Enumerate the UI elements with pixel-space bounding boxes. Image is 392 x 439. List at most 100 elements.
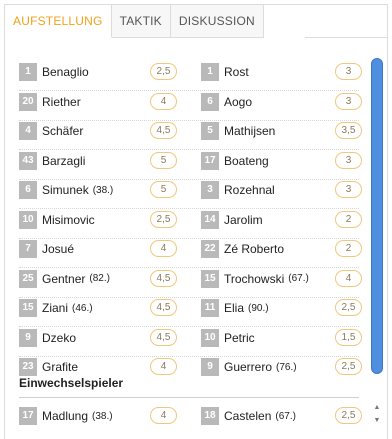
player-name[interactable]: Castelen [224, 409, 271, 423]
shirt-number-badge: 7 [19, 240, 37, 258]
right-team-player: 14 Jarolim 2 [201, 208, 377, 232]
player-rating-badge: 2,5 [335, 299, 362, 316]
shirt-number-badge: 1 [19, 63, 37, 81]
tab-diskussion[interactable]: DISKUSSION [170, 5, 264, 38]
shirt-number-badge: 9 [201, 358, 219, 376]
right-team-player: 15 Trochowski (67.) 4 [201, 267, 377, 291]
player-name[interactable]: Mathijsen [224, 124, 275, 138]
player-name[interactable]: Guerrero [224, 360, 272, 374]
player-name[interactable]: Benaglio [42, 65, 89, 79]
player-rating-badge: 4 [150, 240, 177, 257]
shirt-number-badge: 10 [19, 210, 37, 229]
shirt-number-badge: 20 [19, 92, 37, 111]
shirt-number-badge: 9 [19, 328, 37, 347]
player-rating-badge: 2,5 [335, 407, 362, 424]
lineup-row: 25 Gentner (82.) 4,5 15 Trochowski (67.) 4 [19, 267, 362, 298]
left-team-player: 17 Madlung (38.) 4 [19, 404, 195, 428]
player-rating-badge: 4,5 [150, 299, 177, 316]
left-team-player: 20 Riether 4 [19, 90, 195, 114]
player-rating-badge: 5 [150, 151, 177, 169]
left-team-player: 15 Ziani (46.) 4,5 [19, 296, 195, 320]
shirt-number-badge: 15 [201, 269, 219, 288]
substitutes-divider [19, 397, 359, 398]
shirt-number-badge: 1 [201, 63, 219, 81]
lineup-row: 1 Benaglio 2,5 1 Rost 3 [19, 60, 362, 91]
player-rating-badge: 3 [335, 151, 362, 169]
player-name[interactable]: Rozehnal [224, 183, 275, 197]
right-team-player: 5 Mathijsen 3,5 [201, 119, 377, 143]
lineup-row: 43 Barzagli 5 17 Boateng 3 [19, 149, 362, 180]
player-rating-badge: 4,5 [150, 122, 177, 139]
shirt-number-badge: 11 [201, 299, 219, 317]
player-name[interactable]: Ziani [42, 301, 68, 315]
shirt-number-badge: 15 [19, 299, 37, 317]
left-team-player: 1 Benaglio 2,5 [19, 60, 195, 84]
shirt-number-badge: 23 [19, 358, 37, 376]
player-rating-badge: 3 [335, 63, 362, 80]
player-name[interactable]: Aogo [224, 95, 252, 109]
right-team-player: 10 Petric 1,5 [201, 326, 377, 350]
player-rating-badge: 2,5 [150, 210, 177, 228]
lineup-row: 9 Dzeko 4,5 10 Petric 1,5 [19, 326, 362, 357]
player-rating-badge: 4 [335, 269, 362, 287]
player-name[interactable]: Schäfer [42, 124, 83, 138]
player-rating-badge: 4 [150, 407, 177, 424]
substitution-minute: (76.) [276, 361, 297, 373]
player-name[interactable]: Josué [42, 242, 74, 256]
tab-bar: AUFSTELLUNG TAKTIK DISKUSSION [5, 5, 305, 38]
player-name[interactable]: Boateng [224, 154, 269, 168]
tab-aufstellung[interactable]: AUFSTELLUNG [5, 5, 112, 38]
player-name[interactable]: Simunek [42, 183, 89, 197]
player-rating-badge: 5 [150, 181, 177, 198]
player-name[interactable]: Rost [224, 65, 249, 79]
player-name[interactable]: Zé Roberto [224, 242, 284, 256]
lineup-list: 1 Benaglio 2,5 1 Rost 3 20 Riether 4 6 Aogo 3 4 Schäf… [5, 38, 387, 439]
left-team-player: 9 Dzeko 4,5 [19, 326, 195, 350]
scroll-down-icon[interactable]: ▼ [373, 417, 381, 425]
substitutes-heading: Einwechselspieler [19, 376, 124, 390]
player-rating-badge: 4,5 [150, 269, 177, 287]
player-name[interactable]: Elia [224, 301, 244, 315]
player-rating-badge: 4 [150, 92, 177, 110]
player-name[interactable]: Jarolim [224, 213, 263, 227]
player-rating-badge: 2,5 [335, 358, 362, 375]
player-rating-badge: 2 [335, 210, 362, 228]
player-rating-badge: 1,5 [335, 328, 362, 346]
scroll-up-icon[interactable]: ▲ [373, 404, 381, 412]
substitution-minute: (90.) [248, 302, 269, 314]
right-team-player: 17 Boateng 3 [201, 149, 377, 173]
shirt-number-badge: 22 [201, 240, 219, 258]
shirt-number-badge: 6 [19, 181, 37, 199]
lineup-widget: AUFSTELLUNG TAKTIK DISKUSSION 1 Benaglio 2… [4, 4, 388, 439]
player-name[interactable]: Madlung [42, 409, 88, 423]
shirt-number-badge: 17 [201, 151, 219, 170]
player-rating-badge: 4,5 [150, 328, 177, 346]
player-name[interactable]: Riether [42, 95, 81, 109]
left-team-player: 10 Misimovic 2,5 [19, 208, 195, 232]
lineup-row: 17 Madlung (38.) 4 18 Castelen (67.) 2,5 [19, 404, 362, 428]
shirt-number-badge: 43 [19, 151, 37, 170]
substitution-minute: (67.) [275, 410, 296, 422]
tab-taktik[interactable]: TAKTIK [111, 5, 171, 38]
player-name[interactable]: Barzagli [42, 154, 85, 168]
right-team-player: 11 Elia (90.) 2,5 [201, 296, 377, 320]
player-name[interactable]: Trochowski [224, 272, 284, 286]
player-rating-badge: 3 [335, 181, 362, 198]
right-team-player: 18 Castelen (67.) 2,5 [201, 404, 377, 428]
substitution-minute: (46.) [72, 302, 93, 314]
substitution-minute: (67.) [288, 273, 309, 284]
player-name[interactable]: Gentner [42, 272, 85, 286]
shirt-number-badge: 6 [201, 92, 219, 111]
player-name[interactable]: Dzeko [42, 331, 76, 345]
left-team-player: 43 Barzagli 5 [19, 149, 195, 173]
player-name[interactable]: Grafite [42, 360, 78, 374]
player-name[interactable]: Misimovic [42, 213, 95, 227]
shirt-number-badge: 4 [19, 122, 37, 140]
lineup-row: 20 Riether 4 6 Aogo 3 [19, 90, 362, 121]
substitution-minute: (38.) [92, 184, 114, 196]
right-team-player: 1 Rost 3 [201, 60, 377, 84]
substitution-minute: (82.) [89, 273, 110, 284]
scrollbar-thumb[interactable] [371, 58, 383, 374]
player-name[interactable]: Petric [224, 331, 255, 345]
scrollbar[interactable]: ▲ ▼ [369, 52, 385, 439]
